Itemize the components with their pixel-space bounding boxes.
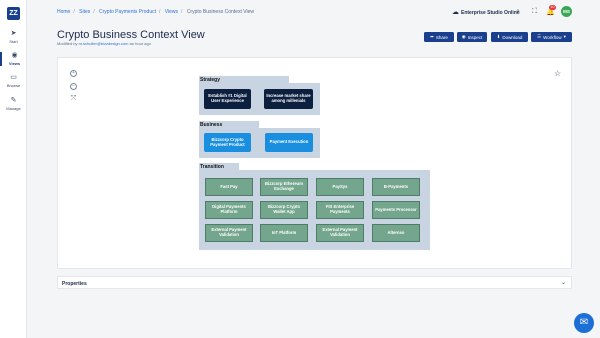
download-icon: ⬇ xyxy=(496,34,501,39)
download-button[interactable]: ⬇ Download xyxy=(491,32,528,42)
eye-icon: ◉ xyxy=(11,52,18,59)
workflow-label: Workflow xyxy=(543,34,562,40)
eye-icon: ◉ xyxy=(461,34,466,39)
avatar[interactable]: MS xyxy=(561,6,572,17)
breadcrumb-product[interactable]: Crypto Payments Product xyxy=(99,9,156,15)
modified-time: an hour ago xyxy=(129,41,151,46)
transition-node[interactable]: External Payment Validation xyxy=(205,224,253,242)
transition-node[interactable]: External Payment Validation xyxy=(316,224,364,242)
download-label: Download xyxy=(502,34,523,40)
transition-node[interactable]: PaySys xyxy=(316,178,364,196)
topbar: Home / Sites / Crypto Payments Product / Vi… xyxy=(27,0,600,24)
fit-screen-icon[interactable]: ⤧ xyxy=(70,95,77,102)
folder-icon: ▭ xyxy=(10,74,17,81)
breadcrumb: Home / Sites / Crypto Payments Product / Vi… xyxy=(57,9,254,15)
zoom-in-icon[interactable]: + xyxy=(70,70,77,77)
nav-item-start[interactable]: ➤ Start xyxy=(0,30,27,44)
properties-label: Properties xyxy=(62,281,87,287)
nav-item-manage[interactable]: ✎ Manage xyxy=(0,97,27,111)
nav-item-views[interactable]: ◉ Views xyxy=(0,52,27,66)
business-node[interactable]: Payment Execution xyxy=(265,133,313,152)
separator: / xyxy=(93,9,95,15)
separator: / xyxy=(181,9,183,15)
transition-node[interactable]: Digital Payments Platform xyxy=(205,201,253,219)
transition-node[interactable]: FIS Enterprise Payments xyxy=(316,201,364,219)
transition-node[interactable]: B-Payments xyxy=(372,178,420,196)
modified-user-link[interactable]: m.schuller@bizzdesign.com xyxy=(79,41,129,46)
nav-label: Browse xyxy=(6,83,21,88)
breadcrumb-home[interactable]: Home xyxy=(57,9,70,15)
share-label: Share xyxy=(435,34,448,40)
share-icon: ➦ xyxy=(430,34,434,39)
send-icon: ➤ xyxy=(10,30,17,37)
nav-label: Views xyxy=(8,61,21,66)
inspect-label: Inspect xyxy=(467,34,483,40)
transition-node[interactable]: Payments Processor xyxy=(372,201,420,219)
zoom-out-icon[interactable]: − xyxy=(70,83,77,90)
strategy-node[interactable]: Increase market share among millenials xyxy=(264,89,313,109)
cloud-icon: ☁ xyxy=(452,9,459,16)
page-title: Crypto Business Context View xyxy=(57,29,205,41)
separator: / xyxy=(159,9,161,15)
share-button[interactable]: ➦ Share xyxy=(424,32,454,42)
list-icon: ☰ xyxy=(537,34,542,39)
transition-node[interactable]: Bizzcorp Ethereum Exchange xyxy=(260,178,308,196)
workflow-button[interactable]: ☰ Workflow ▾ xyxy=(531,32,572,42)
notification-badge: 10 xyxy=(549,5,556,10)
modified-prefix: Modified by xyxy=(57,41,78,46)
nav-label: Manage xyxy=(6,106,21,111)
strategy-node[interactable]: Establish #1 Digital User Experience xyxy=(204,89,251,109)
search-icon[interactable]: ⌕ xyxy=(516,8,520,16)
business-node[interactable]: Bizzcorp Crypto Payment Product xyxy=(204,133,251,152)
sidebar: ZZ ➤ Start ◉ Views ▭ Browse ✎ Manage xyxy=(0,0,27,338)
properties-panel[interactable]: Properties ⌄ xyxy=(57,276,572,289)
chevron-down-icon[interactable]: ⌄ xyxy=(561,279,566,286)
inspect-button[interactable]: ◉ Inspect xyxy=(457,32,487,42)
transition-node[interactable]: Bizzcorp Crypto Wallet App xyxy=(260,201,308,219)
breadcrumb-sites[interactable]: Sites xyxy=(79,9,90,15)
breadcrumb-current: Crypto Business Context View xyxy=(186,9,254,15)
chevron-down-icon: ▾ xyxy=(563,34,566,39)
separator: / xyxy=(73,9,75,15)
transition-node[interactable]: Fast Pay xyxy=(205,178,253,196)
breadcrumb-views[interactable]: Views xyxy=(165,9,178,15)
transition-node[interactable]: IoT Platform xyxy=(260,224,308,242)
expand-icon[interactable]: ⛶ xyxy=(532,8,537,16)
star-icon[interactable]: ☆ xyxy=(554,69,561,78)
help-chat-icon[interactable]: ✉ xyxy=(574,313,594,333)
diagram-canvas[interactable]: + − ⤧ ☆ Strategy Establish #1 Digital Us… xyxy=(57,57,572,269)
nav-item-browse[interactable]: ▭ Browse xyxy=(0,74,27,88)
wrench-icon: ✎ xyxy=(10,97,17,104)
studio-label[interactable]: Enterprise Studio Online xyxy=(461,10,520,16)
nav-label: Start xyxy=(9,39,18,44)
app-logo[interactable]: ZZ xyxy=(7,7,20,20)
modified-info: Modified by m.schuller@bizzdesign.com an… xyxy=(57,41,151,46)
transition-node[interactable]: Alternso xyxy=(372,224,420,242)
